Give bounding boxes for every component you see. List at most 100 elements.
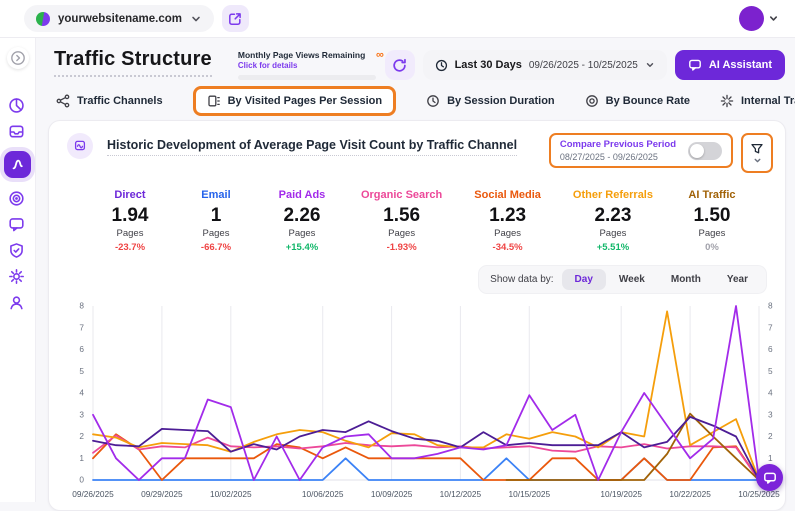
channel-stats: Direct1.94Pages-23.7%Email1Pages-66.7%Pa… bbox=[59, 173, 779, 255]
x-tick-label: 10/06/2025 bbox=[302, 489, 344, 499]
sidebar-collapse-button[interactable] bbox=[7, 47, 29, 69]
y-tick-label-left: 1 bbox=[79, 453, 84, 463]
traffic-signal-icon bbox=[10, 157, 25, 172]
stat-unit: Pages bbox=[573, 228, 653, 239]
tab-label: By Visited Pages Per Session bbox=[228, 95, 382, 107]
stat-value: 1 bbox=[189, 205, 243, 227]
target-icon bbox=[8, 190, 25, 207]
tab-label: Internal Traffic bbox=[741, 95, 795, 107]
x-tick-label: 10/02/2025 bbox=[210, 489, 252, 499]
page-header: Traffic Structure Monthly Page Views Rem… bbox=[36, 38, 795, 84]
y-tick-label-right: 2 bbox=[768, 431, 773, 441]
granularity-option-month[interactable]: Month bbox=[658, 269, 714, 290]
sidebar-item-chat[interactable] bbox=[4, 212, 28, 236]
sidebar bbox=[0, 38, 36, 502]
stat-unit: Pages bbox=[103, 228, 157, 239]
y-tick-label-right: 8 bbox=[768, 301, 773, 311]
user-menu[interactable] bbox=[739, 6, 779, 31]
pie-chart-icon bbox=[8, 97, 25, 114]
y-tick-label-left: 3 bbox=[79, 409, 84, 419]
gear-icon bbox=[8, 268, 25, 285]
tab-label: By Bounce Rate bbox=[606, 95, 690, 107]
series-line-paid-ads bbox=[93, 306, 759, 480]
stat-email: Email1Pages-66.7% bbox=[189, 189, 243, 253]
y-tick-label-left: 6 bbox=[79, 344, 84, 354]
sidebar-item-traffic-signal[interactable] bbox=[4, 151, 31, 178]
stat-unit: Pages bbox=[189, 228, 243, 239]
granularity-option-year[interactable]: Year bbox=[714, 269, 761, 290]
y-tick-label-right: 7 bbox=[768, 323, 773, 333]
support-person-icon bbox=[8, 294, 25, 311]
sidebar-item-inbox[interactable] bbox=[4, 119, 28, 143]
collapse-circle-icon bbox=[10, 50, 26, 66]
tab-by-session-duration[interactable]: By Session Duration bbox=[426, 94, 555, 108]
filter-annotation bbox=[741, 133, 773, 173]
internal-icon bbox=[720, 94, 734, 108]
avatar bbox=[739, 6, 764, 31]
y-tick-label-left: 7 bbox=[79, 323, 84, 333]
granularity-option-day[interactable]: Day bbox=[562, 269, 606, 290]
main-content: Traffic Structure Monthly Page Views Rem… bbox=[36, 38, 795, 502]
tab-by-visited-pages-per-session[interactable]: By Visited Pages Per Session bbox=[193, 86, 396, 116]
date-range-label: Last 30 Days bbox=[455, 59, 522, 71]
chart-card: Historic Development of Average Page Vis… bbox=[48, 120, 786, 511]
chevron-down-icon bbox=[768, 13, 779, 24]
stat-delta: 0% bbox=[685, 242, 739, 253]
x-tick-label: 09/29/2025 bbox=[141, 489, 183, 499]
pulse-square-icon bbox=[73, 139, 87, 153]
stat-delta: +5.51% bbox=[573, 242, 653, 253]
granularity-option-week[interactable]: Week bbox=[606, 269, 658, 290]
chart-title: Historic Development of Average Page Vis… bbox=[107, 138, 517, 156]
duration-icon bbox=[426, 94, 440, 108]
chevron-down-icon bbox=[753, 156, 762, 165]
support-chat-button[interactable] bbox=[756, 464, 783, 491]
report-tabs: Traffic Channels By Visited Pages Per Ses… bbox=[36, 84, 795, 120]
sidebar-item-gear[interactable] bbox=[4, 264, 28, 288]
ai-assistant-button[interactable]: AI Assistant bbox=[675, 50, 785, 80]
site-selector[interactable]: yourwebsitename.com bbox=[24, 5, 214, 32]
stat-label: Social Media bbox=[474, 189, 541, 201]
stat-social-media: Social Media1.23Pages-34.5% bbox=[474, 189, 541, 253]
usage-progress-bar bbox=[238, 75, 376, 80]
tab-traffic-channels[interactable]: Traffic Channels bbox=[56, 94, 163, 108]
sidebar-item-shield-check[interactable] bbox=[4, 238, 28, 262]
date-range-picker[interactable]: Last 30 Days 09/26/2025 - 10/25/2025 bbox=[423, 50, 667, 80]
open-site-button[interactable] bbox=[222, 5, 249, 32]
x-tick-label: 09/26/2025 bbox=[72, 489, 114, 499]
y-tick-label-left: 8 bbox=[79, 301, 84, 311]
compare-period-label: Compare Previous Period bbox=[560, 139, 676, 150]
filter-button[interactable] bbox=[745, 137, 769, 169]
stat-value: 2.26 bbox=[275, 205, 329, 227]
y-tick-label-right: 4 bbox=[768, 388, 773, 398]
tab-internal-traffic[interactable]: Internal Traffic bbox=[720, 94, 795, 108]
stat-label: Organic Search bbox=[361, 189, 442, 201]
stat-value: 1.94 bbox=[103, 205, 157, 227]
y-tick-label-right: 1 bbox=[768, 453, 773, 463]
stat-unit: Pages bbox=[361, 228, 442, 239]
stat-delta: -1.93% bbox=[361, 242, 442, 253]
sidebar-item-support-person[interactable] bbox=[4, 290, 28, 314]
stat-delta: -23.7% bbox=[103, 242, 157, 253]
chat-icon bbox=[8, 216, 25, 233]
traffic-chart-svg: 09/26/2025 09/29/2025 10/02/2025 10/06/2025… bbox=[63, 298, 789, 504]
refresh-button[interactable] bbox=[385, 50, 415, 80]
stat-delta: -34.5% bbox=[474, 242, 541, 253]
collapse-section-button[interactable] bbox=[67, 133, 93, 159]
sidebar-item-pie-chart[interactable] bbox=[4, 93, 28, 117]
y-tick-label-left: 2 bbox=[79, 431, 84, 441]
usage-details-link[interactable]: Click for details bbox=[238, 61, 365, 70]
tab-by-bounce-rate[interactable]: By Bounce Rate bbox=[585, 94, 690, 108]
topbar: yourwebsitename.com bbox=[0, 0, 795, 38]
y-tick-label-left: 5 bbox=[79, 366, 84, 376]
external-link-icon bbox=[228, 12, 242, 26]
stat-value: 1.23 bbox=[474, 205, 541, 227]
inbox-icon bbox=[8, 123, 25, 140]
refresh-icon bbox=[392, 58, 407, 73]
stat-label: Direct bbox=[103, 189, 157, 201]
tab-label: By Session Duration bbox=[447, 95, 555, 107]
pages-icon bbox=[207, 94, 221, 108]
compare-period-toggle[interactable] bbox=[688, 142, 722, 160]
chat-bubble-icon bbox=[763, 471, 777, 485]
sidebar-item-target[interactable] bbox=[4, 186, 28, 210]
tab-label: Traffic Channels bbox=[77, 95, 163, 107]
